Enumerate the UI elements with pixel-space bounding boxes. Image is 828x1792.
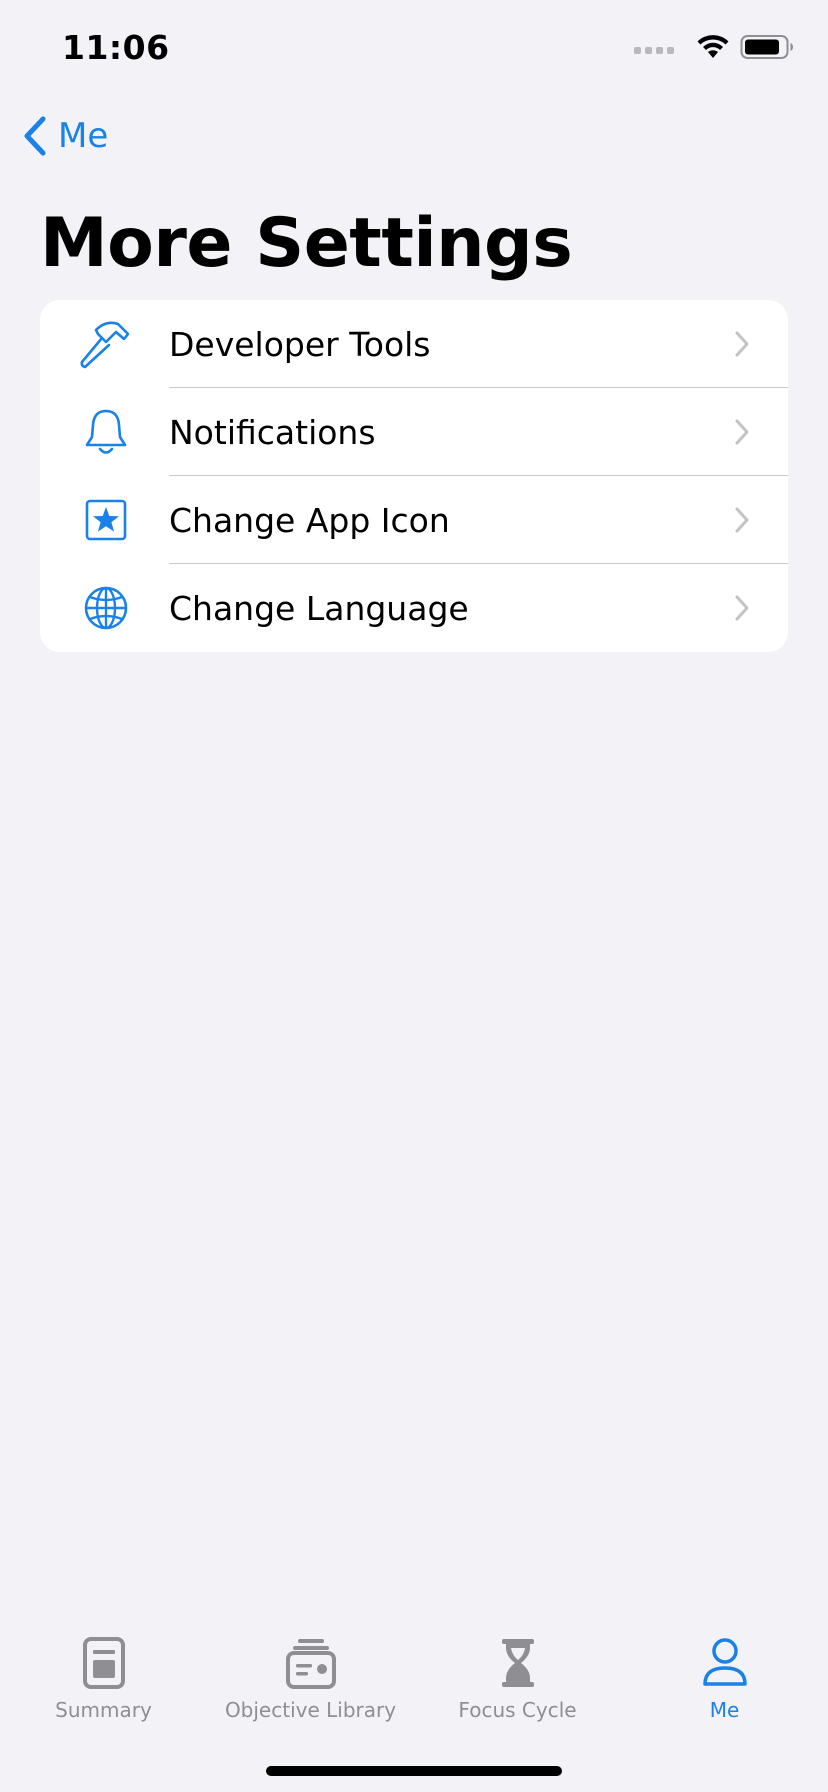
settings-row-change-app-icon[interactable]: Change App Icon (40, 476, 788, 564)
chevron-right-icon (735, 419, 749, 445)
chevron-right-icon (735, 507, 749, 533)
settings-row-label: Notifications (169, 412, 376, 452)
tab-objective-library[interactable]: Objective Library (207, 1620, 414, 1730)
tab-me[interactable]: Me (621, 1620, 828, 1730)
settings-row-label: Change App Icon (169, 500, 450, 540)
settings-row-notifications[interactable]: Notifications (40, 388, 788, 476)
tab-label: Me (709, 1698, 740, 1722)
battery-icon (740, 35, 793, 59)
person-icon (702, 1638, 747, 1686)
summary-document-icon (82, 1637, 125, 1689)
settings-row-change-language[interactable]: Change Language (40, 564, 788, 652)
home-indicator[interactable] (266, 1766, 562, 1776)
tab-label: Objective Library (224, 1698, 397, 1722)
tab-focus-cycle[interactable]: Focus Cycle (414, 1620, 621, 1730)
cellular-dots-icon (634, 46, 674, 54)
settings-row-developer-tools[interactable]: Developer Tools (40, 300, 788, 388)
library-archive-icon (285, 1639, 336, 1689)
status-time: 11:06 (62, 28, 170, 67)
chevron-left-icon (24, 116, 46, 156)
settings-row-label: Developer Tools (169, 324, 431, 364)
hourglass-icon (501, 1639, 534, 1687)
chevron-right-icon (735, 595, 749, 621)
settings-list: Developer Tools Notifications Change App… (40, 300, 788, 652)
tab-summary[interactable]: Summary (0, 1620, 207, 1730)
tab-label: Focus Cycle (458, 1698, 577, 1722)
hammer-icon (78, 320, 134, 369)
bell-icon (78, 408, 134, 456)
star-square-icon (78, 496, 134, 544)
chevron-right-icon (735, 331, 749, 357)
globe-icon (78, 584, 134, 632)
status-icons (634, 34, 794, 60)
settings-row-label: Change Language (169, 588, 469, 628)
tab-label: Summary (55, 1698, 152, 1722)
wifi-icon (697, 35, 729, 58)
back-label: Me (58, 116, 109, 156)
status-bar: 11:06 (0, 0, 828, 100)
back-button[interactable]: Me (22, 116, 108, 156)
page-title: More Settings (40, 204, 573, 283)
